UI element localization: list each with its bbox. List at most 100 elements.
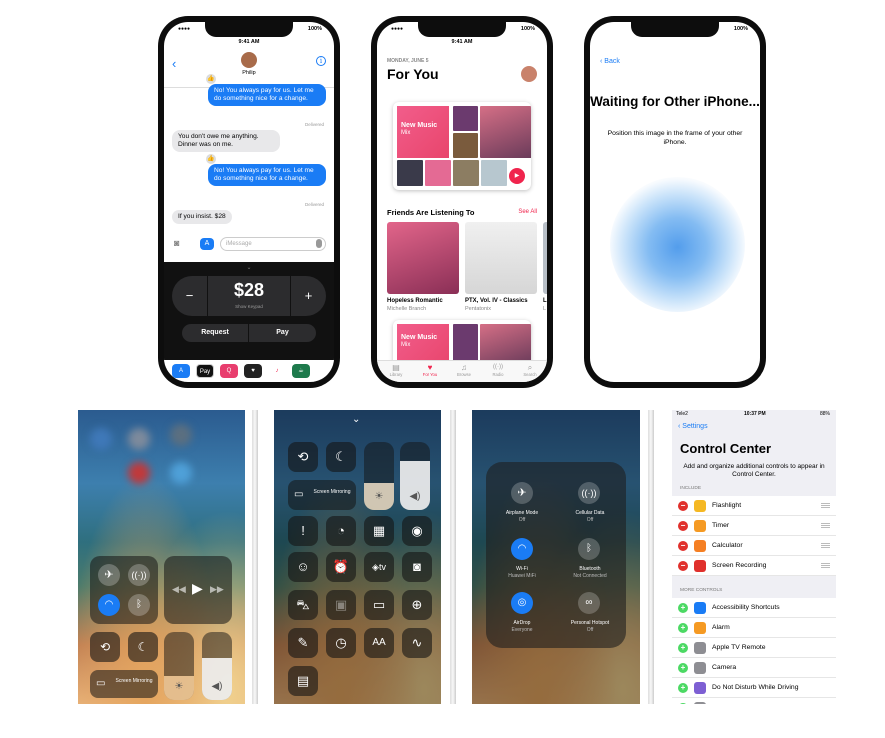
see-all-link[interactable]: See All [518,209,537,215]
reorder-handle-icon[interactable] [821,563,830,568]
tab-search[interactable]: ⌕ Search [513,363,547,377]
remove-control-icon[interactable]: − [678,521,688,531]
settings-row[interactable]: + Camera [672,658,836,678]
airplane-icon[interactable]: ✈ [98,564,120,586]
microphone-icon[interactable] [316,239,322,248]
settings-row[interactable]: − Flashlight [672,496,836,516]
apple-tv-remote-icon[interactable]: ◈tv [364,552,394,582]
camera-icon[interactable]: ◙ [174,238,179,248]
add-control-icon[interactable]: + [678,703,688,704]
back-chevron-icon[interactable]: ‹ [172,56,176,71]
connectivity-module[interactable]: ✈ ((·)) ◠ ᛒ [90,556,158,624]
camera-icon[interactable]: ◙ [402,552,432,582]
notes-icon[interactable]: ✎ [288,628,318,658]
back-button[interactable]: ‹ Back [600,58,620,65]
fast-forward-icon[interactable]: ▶▶ [210,584,224,595]
rewind-icon[interactable]: ◀◀ [172,584,186,595]
starbucks-icon[interactable]: ☕ [292,364,310,378]
show-keypad-link[interactable]: Show Keypad [208,304,290,309]
now-playing-module[interactable]: ◀◀ ▶ ▶▶ [164,556,232,624]
app-store-icon[interactable]: A [200,238,214,250]
rotation-lock-icon[interactable]: ⟲ [90,632,120,662]
new-music-mix-card[interactable]: New Music Mix ▶ [393,102,531,190]
reorder-handle-icon[interactable] [821,543,830,548]
bluetooth-icon[interactable]: ᛒ [128,594,150,616]
settings-row[interactable]: − Screen Recording [672,556,836,576]
accessibility-icon[interactable]: ☺ [288,552,318,582]
bluetooth-icon[interactable]: ᛒ [578,538,600,560]
volume-slider[interactable]: ◀) [400,442,430,510]
info-icon[interactable]: i [316,56,326,66]
message-bubble-received[interactable]: If you insist. $28 [172,210,232,225]
tab-browse[interactable]: ♫ Browse [447,363,481,377]
remove-control-icon[interactable]: − [678,541,688,551]
settings-row[interactable]: + Alarm [672,618,836,638]
flashlight-icon[interactable]: ǃ [288,516,318,546]
tab-for-you[interactable]: ♥ For You [413,363,447,377]
settings-row[interactable]: − Timer [672,516,836,536]
remove-control-icon[interactable]: − [678,561,688,571]
voice-memos-icon[interactable]: ∿ [402,628,432,658]
do-not-disturb-icon[interactable]: ☾ [326,442,356,472]
play-icon[interactable]: ▶ [192,580,203,597]
add-control-icon[interactable]: + [678,603,688,613]
album-cover[interactable] [387,222,459,294]
album-cover[interactable] [465,222,537,294]
back-button[interactable]: ‹ Settings [678,423,708,430]
volume-slider[interactable]: ◀) [202,632,232,700]
wifi-icon[interactable]: ◠ [511,538,533,560]
decrease-button[interactable]: − [172,276,208,316]
increase-button[interactable]: + [290,276,326,316]
calculator-icon[interactable]: ▦ [364,516,394,546]
digital-touch-icon[interactable]: ♥ [244,364,262,378]
profile-avatar[interactable] [521,66,537,82]
apple-pay-icon[interactable]: Pay [196,364,214,378]
album-cover[interactable] [543,222,547,294]
magnifier-icon[interactable]: ⊕ [402,590,432,620]
car-icon[interactable]: ⛍ [288,590,318,620]
contact-avatar[interactable] [241,52,257,68]
imessage-input[interactable]: iMessage [220,237,326,251]
settings-row[interactable]: + Accessibility Shortcuts [672,598,836,618]
text-size-icon[interactable]: AA [364,628,394,658]
brightness-slider[interactable]: ☀ [364,442,394,510]
screen-mirroring-button[interactable]: ▭ Screen Mirroring [288,480,356,510]
reorder-handle-icon[interactable] [821,523,830,528]
do-not-disturb-icon[interactable]: ☾ [128,632,158,662]
message-bubble-received[interactable]: You don't owe me anything. Dinner was on… [172,130,280,153]
wallet-icon[interactable]: ▤ [288,666,318,696]
message-bubble-sent[interactable]: No! You always pay for us. Let me do som… [208,164,326,187]
music-icon[interactable]: ♪ [268,364,286,378]
airdrop-icon[interactable]: ◎ [511,592,533,614]
app-store-icon[interactable]: A [172,364,190,378]
airplane-icon[interactable]: ✈ [511,482,533,504]
brightness-slider[interactable]: ☀ [164,632,194,700]
play-icon[interactable]: ▶ [509,168,525,184]
request-button[interactable]: Request [182,324,249,342]
settings-row[interactable]: + Do Not Disturb While Driving [672,678,836,698]
remove-control-icon[interactable]: − [678,501,688,511]
tab-library[interactable]: ▤ Library [379,363,413,377]
low-power-icon[interactable]: ▭ [364,590,394,620]
cellular-icon[interactable]: ((·)) [128,564,150,586]
wifi-icon[interactable]: ◠ [98,594,120,616]
tab-radio[interactable]: ((·)) Radio [481,363,515,377]
dismiss-chevron-icon[interactable]: ⌄ [352,414,360,425]
guided-access-icon[interactable]: ▣ [326,590,356,620]
settings-row[interactable]: +Guided Access [672,698,836,704]
hotspot-icon[interactable]: ∞ [578,592,600,614]
stopwatch-icon[interactable]: ◷ [326,628,356,658]
message-bubble-sent[interactable]: No! You always pay for us. Let me do som… [208,84,326,107]
add-control-icon[interactable]: + [678,623,688,633]
screen-record-icon[interactable]: ◉ [402,516,432,546]
cellular-icon[interactable]: ((·)) [578,482,600,504]
add-control-icon[interactable]: + [678,683,688,693]
pay-button[interactable]: Pay [249,324,316,342]
search-images-icon[interactable]: Q [220,364,238,378]
rotation-lock-icon[interactable]: ⟲ [288,442,318,472]
timer-icon[interactable]: ◔ [326,516,356,546]
screen-mirroring-button[interactable]: ▭ Screen Mirroring [90,670,158,698]
alarm-icon[interactable]: ⏰ [326,552,356,582]
add-control-icon[interactable]: + [678,643,688,653]
settings-row[interactable]: + Apple TV Remote [672,638,836,658]
